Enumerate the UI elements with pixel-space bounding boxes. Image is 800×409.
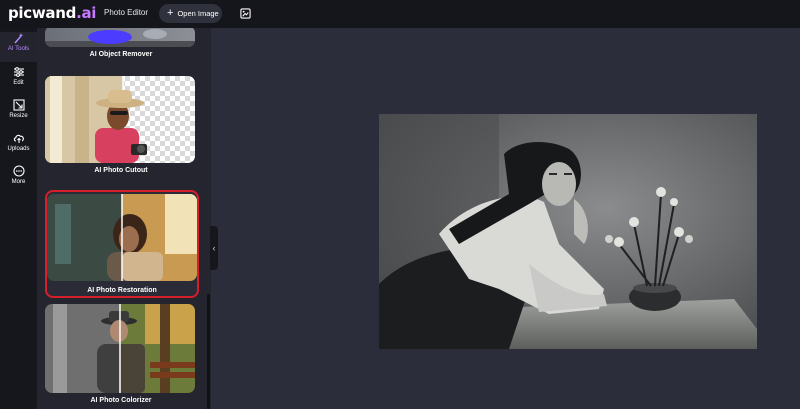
object-remover-thumbnail — [45, 28, 195, 47]
rail-item-resize[interactable]: Resize — [0, 99, 37, 129]
magic-wand-icon — [13, 33, 23, 44]
save-image-icon[interactable] — [240, 8, 251, 19]
tool-card-photo-colorizer[interactable]: AI Photo Colorizer — [45, 304, 197, 404]
rail-item-uploads[interactable]: Uploads — [0, 132, 37, 162]
tool-title: AI Photo Cutout — [94, 167, 148, 174]
photo-editor-label: Photo Editor — [104, 8, 149, 17]
cloud-upload-icon — [13, 134, 24, 143]
rail-item-more[interactable]: More — [0, 165, 37, 195]
rail-label: Resize — [9, 113, 28, 119]
open-image-button[interactable]: + Open Image — [159, 4, 222, 23]
chevron-left-icon: ‹ — [212, 243, 216, 253]
photo-cutout-thumbnail — [45, 76, 195, 163]
editor-canvas — [218, 28, 800, 409]
rail-label: Edit — [13, 80, 24, 86]
rail-label: Uploads — [7, 146, 30, 152]
ai-tools-panel: AI Object Remover AI Photo Cutout AI Pho… — [37, 28, 211, 409]
photo-restoration-thumbnail — [47, 194, 197, 281]
tool-title: AI Object Remover — [89, 51, 153, 58]
resize-icon — [12, 99, 25, 111]
tool-card-photo-cutout[interactable]: AI Photo Cutout — [45, 76, 197, 174]
panel-scrollbar[interactable] — [207, 294, 210, 409]
sliders-icon — [13, 67, 24, 77]
plus-icon: + — [167, 7, 174, 19]
rail-label: More — [11, 179, 26, 185]
tool-card-object-remover[interactable]: AI Object Remover — [45, 28, 197, 58]
app-logo[interactable]: picwand.ai — [8, 4, 96, 22]
photo-colorizer-thumbnail — [45, 304, 195, 393]
tool-title: AI Photo Colorizer — [90, 397, 152, 404]
tool-title: AI Photo Restoration — [87, 287, 157, 294]
rail-item-ai-tools[interactable]: AI Tools — [0, 32, 37, 62]
left-rail: AI Tools Edit Resize Uploads More — [0, 28, 37, 409]
more-icon — [12, 165, 25, 177]
open-image-label: Open Image — [177, 9, 219, 18]
collapse-panel-button[interactable]: ‹ — [210, 226, 218, 270]
uploaded-photo[interactable] — [379, 114, 757, 349]
top-bar: picwand.ai Photo Editor + Open Image — [0, 0, 800, 28]
rail-item-edit[interactable]: Edit — [0, 66, 37, 96]
tool-card-photo-restoration[interactable]: AI Photo Restoration — [45, 190, 199, 298]
rail-label: AI Tools — [7, 46, 30, 52]
